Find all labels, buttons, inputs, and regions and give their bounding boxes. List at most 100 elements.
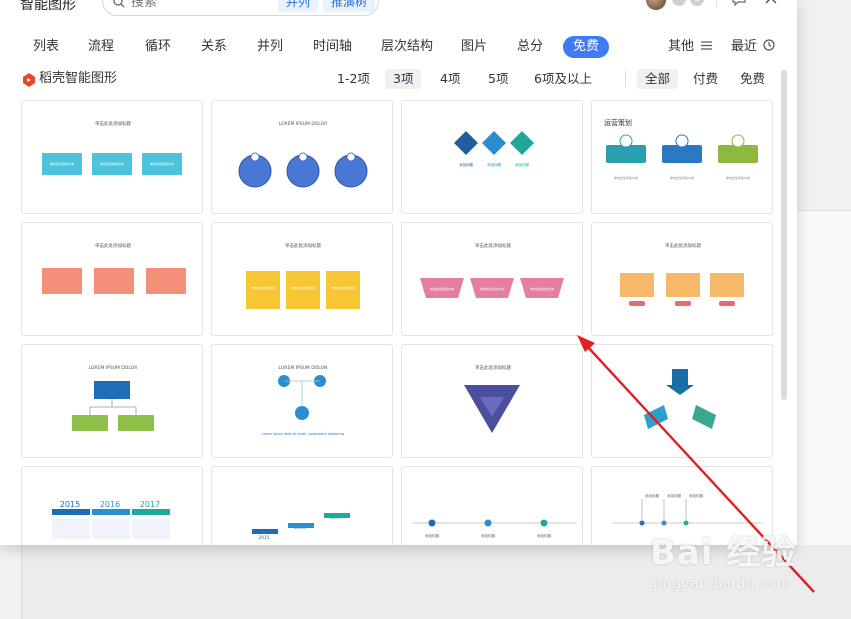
mini-text: 添加标题	[537, 533, 551, 538]
template-thumbnail: 添加标题 添加标题 添加标题	[454, 131, 534, 167]
arrow-right	[692, 405, 716, 429]
tab-picture[interactable]: 图片	[461, 36, 487, 58]
recent-button[interactable]: 最近	[731, 36, 775, 58]
bubble-node	[295, 406, 309, 420]
template-card[interactable]: LOREM IPSUM DOLON Lorem ipsum dolor sit a…	[211, 344, 393, 458]
card-box	[710, 273, 744, 297]
mini-text: 添加标题	[487, 162, 501, 167]
mini-text: 单击此处添加文本	[50, 161, 74, 166]
filter-price-paid[interactable]: 付费	[685, 69, 726, 89]
mini-text: 单击此处添加文本	[614, 175, 638, 180]
template-card[interactable]: 运营策划 单击此处添加文本 单击此处添加文本 单击此处添加文本	[591, 100, 773, 214]
background-app-area	[797, 0, 851, 210]
template-card[interactable]: 单击此处添加标题 单击此处添加文本 单击此处添加文本 单击此处添加文本	[401, 222, 583, 336]
bubble-links	[284, 380, 320, 406]
template-card[interactable]: LOREM IPSUM DOLOR	[21, 344, 203, 458]
user-avatar[interactable]	[646, 0, 666, 10]
child-node	[118, 415, 154, 431]
vip-badge-icon[interactable]: S	[690, 0, 704, 6]
close-icon[interactable]	[763, 0, 779, 6]
filter-count-6-plus[interactable]: 6项及以上	[526, 69, 600, 89]
timeline-node	[484, 519, 492, 527]
tab-relationship[interactable]: 关系	[201, 36, 227, 58]
template-thumbnail: LOREM IPSUM DOLOR	[238, 121, 368, 188]
tab-hierarchy[interactable]: 层次结构	[381, 36, 433, 58]
filter-price-all[interactable]: 全部	[637, 69, 679, 89]
mini-text: 2016	[100, 500, 120, 509]
mini-text: 单击此处添加文本	[430, 286, 454, 291]
scrollbar[interactable]	[781, 70, 787, 400]
banner-step	[718, 145, 758, 163]
tag-pill	[675, 301, 691, 306]
template-thumbnail: 运营策划单击此处添加文本 单击此处添加文本 单击此处添加文本	[604, 118, 758, 180]
tab-summary[interactable]: 总分	[517, 36, 543, 58]
tab-list[interactable]: 列表	[33, 36, 59, 58]
filter-count-3[interactable]: 3项	[385, 69, 422, 89]
template-title: 单击此处添加标题	[475, 242, 511, 249]
template-card[interactable]: 单击此处添加标题	[591, 222, 773, 336]
filter-divider	[625, 71, 626, 87]
template-thumbnail: LOREM IPSUM DOLOR	[72, 365, 154, 431]
mini-text: 单击此处添加文本	[150, 161, 174, 166]
diamond-step	[510, 131, 534, 155]
arrow-block	[672, 369, 688, 385]
year-ribbon	[52, 509, 90, 515]
mini-text: 单击此处添加文本	[251, 285, 275, 290]
template-card[interactable]: 2015 2016 2017	[21, 466, 203, 545]
template-card[interactable]: 单击此处添加标题 单击此处添加文本 单击此处添加文本 单击此处添加文本	[21, 100, 203, 214]
search-input[interactable]	[131, 0, 251, 11]
banner-step	[662, 145, 702, 163]
search-tag-parallel[interactable]: 并列	[278, 0, 319, 12]
search-tag-deduction-tree[interactable]: 推演树	[323, 0, 376, 12]
tab-timeline[interactable]: 时间轴	[313, 36, 352, 58]
diamond-step	[482, 131, 506, 155]
template-card[interactable]: 2015 2016 2017	[211, 466, 393, 545]
filter-count-5[interactable]: 5项	[480, 69, 516, 89]
template-card[interactable]: LOREM IPSUM DOLOR	[211, 100, 393, 214]
template-thumbnail: 单击此处添加标题	[620, 242, 744, 306]
mini-text: 单击此处添加文本	[670, 175, 694, 180]
tag-pill	[719, 301, 735, 306]
sticky-note	[286, 271, 320, 309]
template-thumbnail	[644, 369, 716, 429]
mini-text: 添加标题	[689, 493, 703, 498]
root-node	[94, 381, 130, 399]
menu-icon	[701, 41, 713, 50]
search-box[interactable]: 并列 推演树	[102, 0, 379, 16]
tab-free[interactable]: 免费	[563, 36, 610, 58]
template-thumbnail: LOREM IPSUM DOLON Lorem ipsum dolor sit a…	[262, 365, 344, 436]
template-card[interactable]	[591, 344, 773, 458]
template-card[interactable]: 单击此处添加标题 单击此处添加文本 单击此处添加文本 单击此处添加文本	[211, 222, 393, 336]
tab-process[interactable]: 流程	[88, 36, 114, 58]
chat-icon[interactable]	[731, 0, 747, 6]
circle-badge	[250, 152, 260, 162]
template-title: 运营策划	[604, 118, 632, 127]
diamond-step	[454, 131, 478, 155]
template-title: LOREM IPSUM DOLOR	[279, 121, 328, 127]
filter-count-4[interactable]: 4项	[432, 69, 468, 89]
watermark-sub: jingyan.baidu.com	[654, 577, 791, 592]
template-card[interactable]: 添加标题 添加标题 添加标题	[401, 466, 583, 545]
mini-text: Lorem ipsum dolor sit amet, consectetur …	[262, 432, 344, 436]
tab-parallel[interactable]: 并列	[257, 36, 283, 58]
banner-step	[606, 145, 646, 163]
sticky-note	[246, 271, 280, 309]
note-box	[42, 268, 82, 294]
year-ribbon	[92, 509, 130, 515]
filter-count-1-2[interactable]: 1-2项	[329, 69, 378, 89]
template-thumbnail: 单击此处添加标题单击此处添加文本 单击此处添加文本 单击此处添加文本	[420, 242, 564, 298]
template-card[interactable]: 添加标题 添加标题 添加标题	[401, 100, 583, 214]
template-card[interactable]: 单击此处添加标题	[401, 344, 583, 458]
circle-badge	[298, 152, 308, 162]
mini-text: 添加标题	[515, 162, 529, 167]
header-divider	[716, 0, 717, 8]
panel-title: 智能图形	[20, 0, 76, 13]
member-badge-icon[interactable]: ✓	[672, 0, 686, 6]
clock-icon	[763, 39, 775, 51]
filter-price-free[interactable]: 免费	[732, 69, 773, 89]
template-card[interactable]: 单击此处添加标题	[21, 222, 203, 336]
template-thumbnail: 单击此处添加标题单击此处添加文本 单击此处添加文本 单击此处添加文本	[42, 120, 182, 175]
mini-text: 2016	[294, 525, 306, 531]
more-categories-button[interactable]: 其他	[668, 36, 713, 58]
tab-cycle[interactable]: 循环	[145, 36, 171, 58]
